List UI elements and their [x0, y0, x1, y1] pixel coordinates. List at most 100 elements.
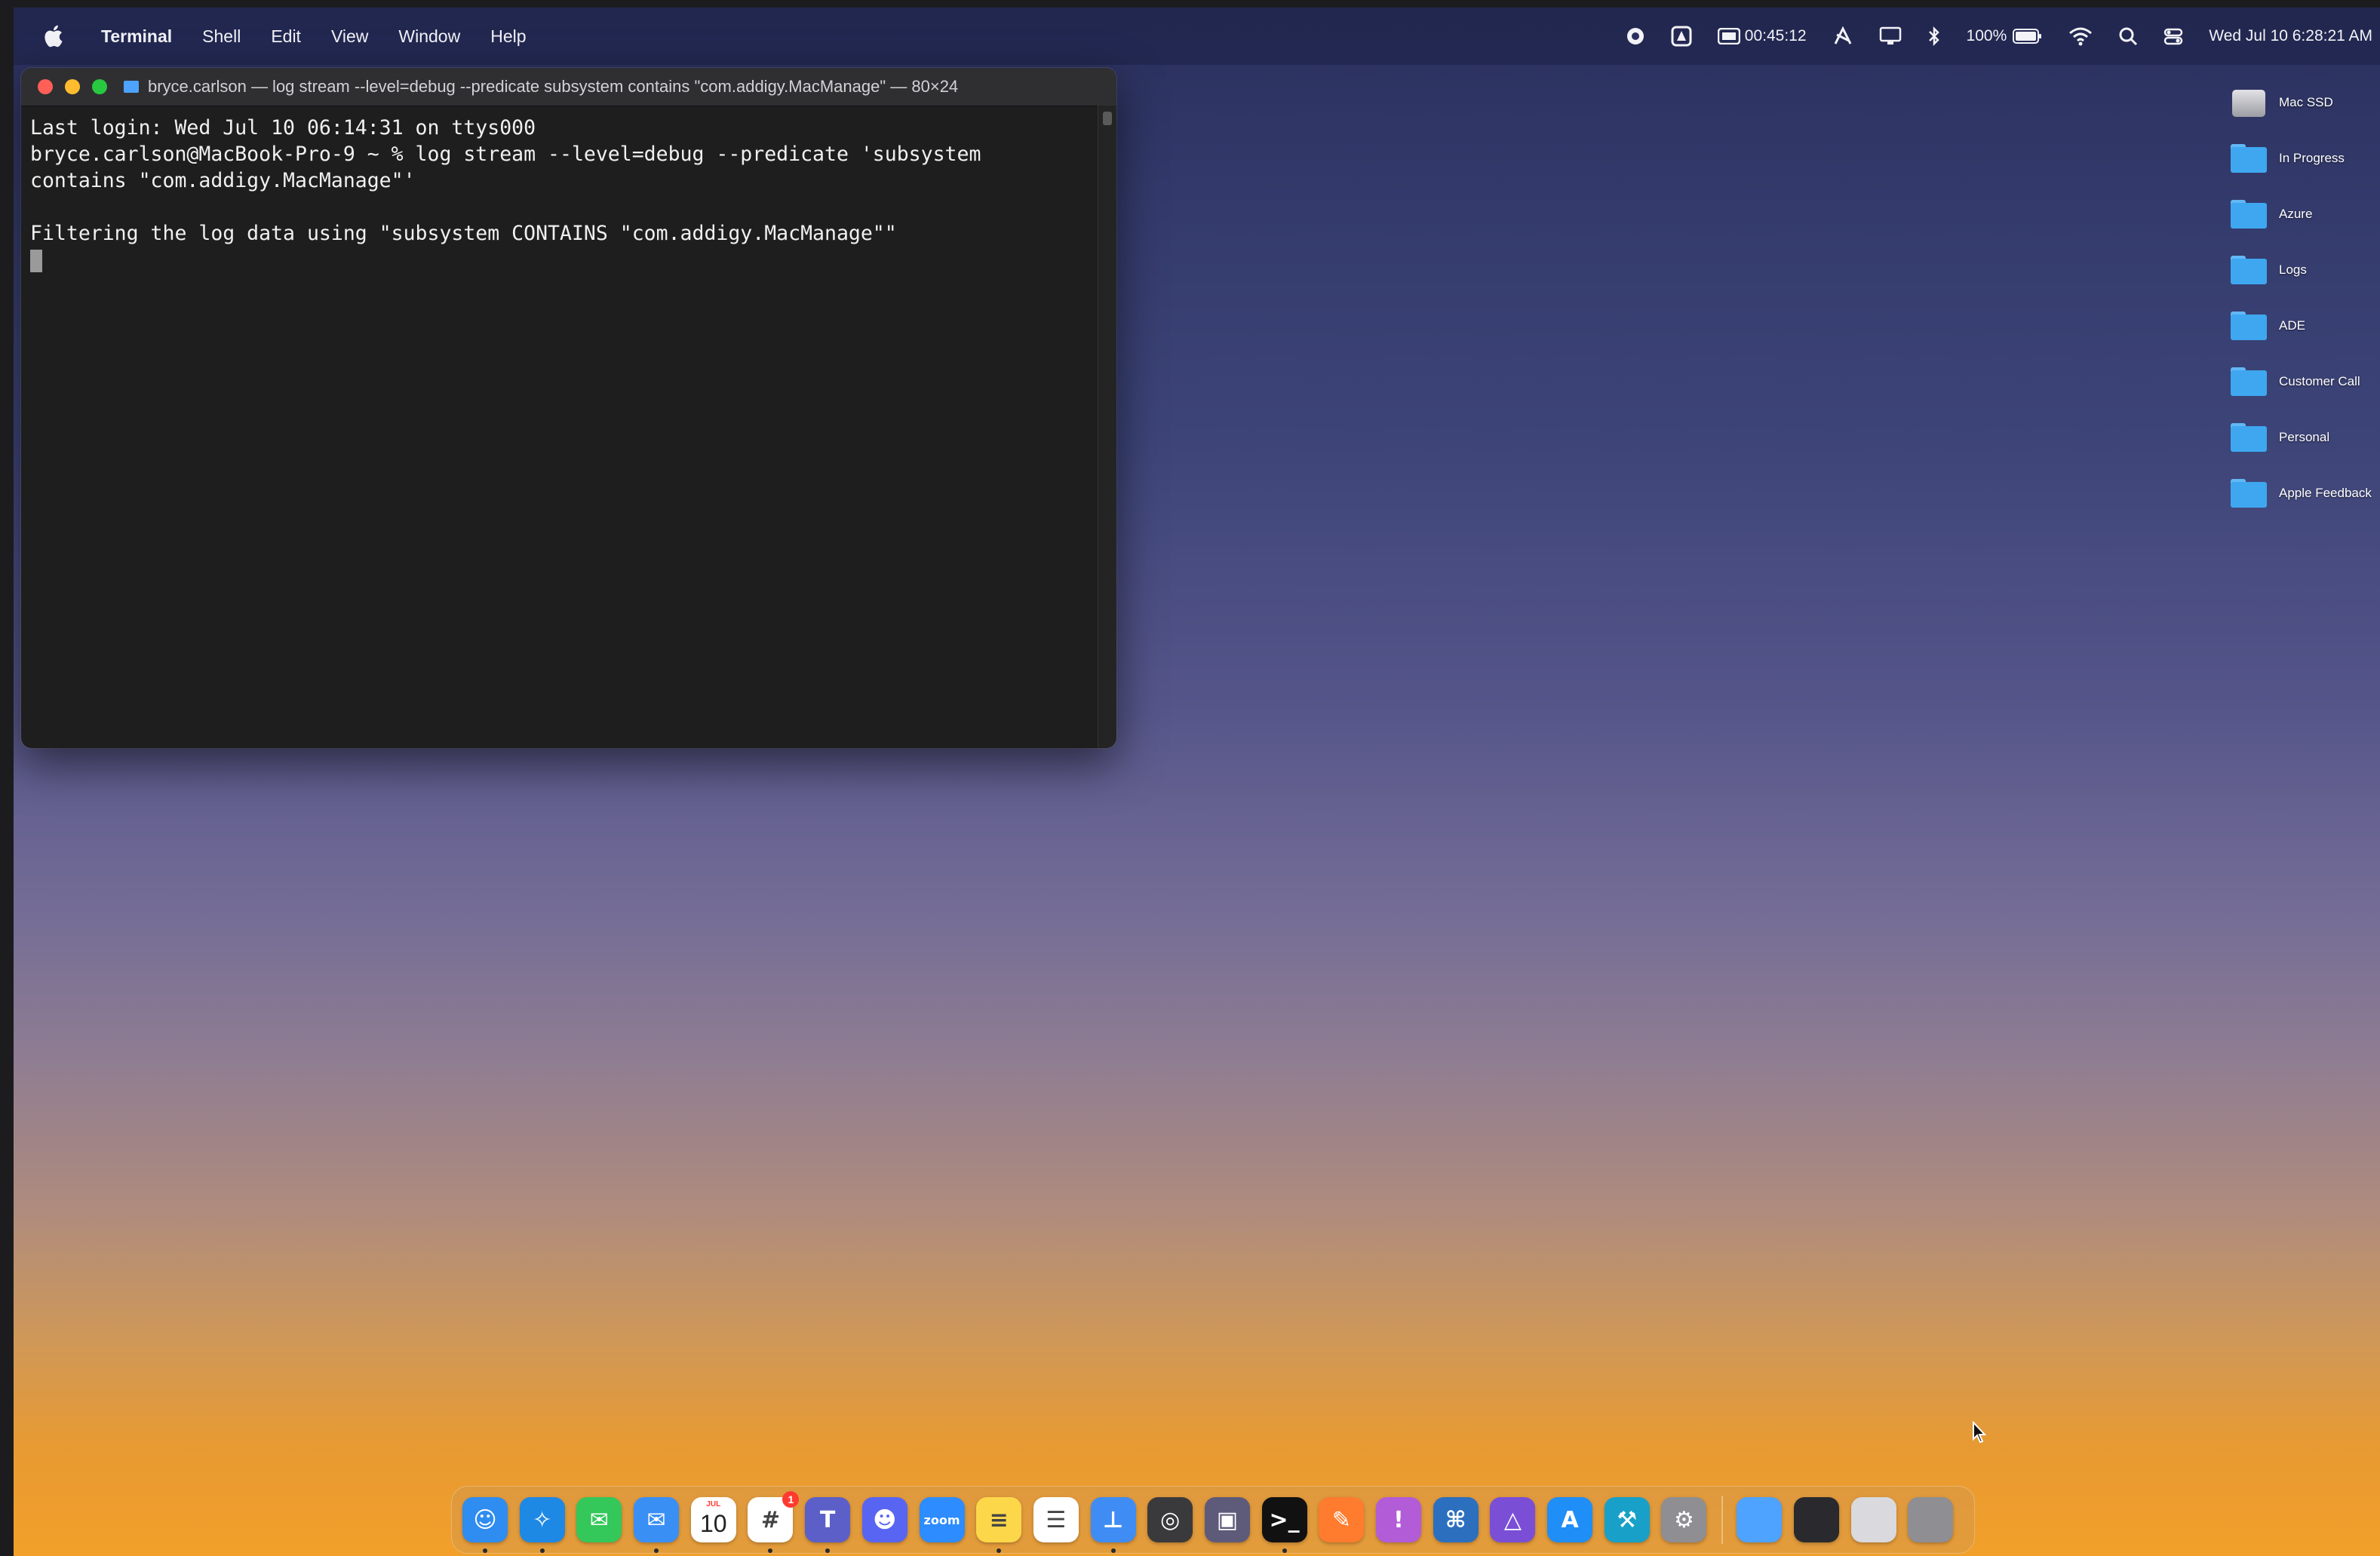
desktop-icon-apple-feedback[interactable]: Apple Feedback — [2229, 474, 2380, 513]
dock-mail-icon[interactable]: ✉ — [634, 1497, 680, 1553]
folder-icon — [124, 81, 139, 93]
desktop-icon-label: Apple Feedback — [2279, 486, 2372, 500]
dock-glyph: ☻ — [873, 1506, 897, 1533]
running-indicator — [1110, 1548, 1116, 1553]
bluetooth-icon[interactable] — [1927, 26, 1941, 47]
terminal-output[interactable]: Last login: Wed Jul 10 06:14:31 on ttys0… — [21, 106, 1098, 748]
dock-discord-icon[interactable]: ☻ — [861, 1497, 907, 1542]
control-center-icon[interactable] — [2163, 26, 2183, 46]
dock-glyph: ≡ — [989, 1506, 1009, 1533]
dock-keynote-icon[interactable]: ⊥ — [1090, 1497, 1136, 1553]
menu-edit[interactable]: Edit — [271, 26, 301, 47]
zoom-window-button[interactable] — [92, 79, 107, 94]
dock-glyph: ✧ — [533, 1506, 552, 1533]
menu-clock[interactable]: Wed Jul 10 6:28:21 AM — [2209, 27, 2372, 45]
desktop-icon-azure[interactable]: Azure — [2229, 195, 2380, 234]
dock-quicktime-icon[interactable]: ◎ — [1147, 1497, 1193, 1542]
calendar-month: JUL — [706, 1500, 721, 1508]
battery-status[interactable]: 100% — [1967, 27, 2044, 45]
mouse-pointer-icon — [1973, 1421, 1987, 1444]
dock-notes-icon[interactable]: ≡ — [976, 1497, 1022, 1553]
dock-feedback-icon[interactable]: ! — [1376, 1497, 1421, 1542]
desktop-icon-personal[interactable]: Personal — [2229, 418, 2380, 457]
dock-terminal-icon[interactable]: >_ — [1261, 1497, 1307, 1553]
dock-app-store-icon[interactable]: A — [1547, 1497, 1593, 1542]
dock-trash-icon[interactable] — [1908, 1497, 1954, 1542]
dock-slack-icon[interactable]: #1 — [748, 1491, 800, 1553]
dock-glyph: ⚒ — [1617, 1506, 1638, 1533]
timer-text: 00:45:12 — [1744, 27, 1807, 45]
desktop-icon-label: In Progress — [2279, 151, 2345, 165]
folder-icon — [2229, 366, 2268, 397]
desktop-icon-label: Personal — [2279, 430, 2330, 444]
menu-shell[interactable]: Shell — [202, 26, 241, 47]
timer-status[interactable]: 00:45:12 — [1717, 27, 1807, 45]
desktop-icon-customer-call[interactable]: Customer Call — [2229, 362, 2380, 401]
dock-glyph: # — [760, 1506, 780, 1533]
battery-percent: 100% — [1966, 27, 2007, 45]
menu-help[interactable]: Help — [490, 26, 526, 47]
menu-view[interactable]: View — [331, 26, 368, 47]
dock-separator — [1721, 1496, 1724, 1544]
dock-glyph: ✎ — [1331, 1506, 1351, 1533]
dock-apple-configurator-icon[interactable]: △ — [1490, 1497, 1536, 1542]
dock-glyph: △ — [1503, 1506, 1522, 1533]
dock-teams-icon[interactable]: T — [805, 1497, 851, 1553]
dock-glyph: >_ — [1269, 1506, 1300, 1533]
dock-messages-icon[interactable]: ✉ — [576, 1497, 622, 1542]
dock-reminders-icon[interactable]: ☰ — [1033, 1497, 1079, 1542]
menu-bar: Terminal Shell Edit View Window Help 00:… — [14, 8, 2380, 65]
dock-screenshot-icon[interactable]: ▣ — [1204, 1497, 1250, 1542]
dock-glyph: ✉ — [589, 1506, 609, 1533]
folder-icon — [2229, 477, 2268, 509]
desktop-icon-in-progress[interactable]: In Progress — [2229, 139, 2380, 178]
terminal-line: Filtering the log data using "subsystem … — [30, 222, 897, 245]
minimize-window-button[interactable] — [65, 79, 80, 94]
dock-finder-icon[interactable]: ☺ — [462, 1497, 508, 1553]
dock-xcode-icon[interactable]: ⚒ — [1604, 1497, 1650, 1542]
wifi-icon[interactable] — [2068, 26, 2093, 46]
dock-glyph: zoom — [923, 1512, 960, 1527]
desktop-icon-ade[interactable]: ADE — [2229, 306, 2380, 345]
running-indicator — [1282, 1548, 1287, 1553]
dock-zoom-icon[interactable]: zoom — [919, 1497, 965, 1542]
terminal-line: Last login: Wed Jul 10 06:14:31 on ttys0… — [30, 116, 536, 140]
dock-screens-stack-icon[interactable] — [1793, 1497, 1839, 1542]
desktop-icon-logs[interactable]: Logs — [2229, 250, 2380, 290]
terminal-cursor — [30, 249, 42, 272]
dock-calendar-icon[interactable]: JUL 10 — [690, 1497, 736, 1542]
terminal-titlebar[interactable]: bryce.carlson — log stream --level=debug… — [21, 68, 1116, 106]
running-indicator — [768, 1548, 773, 1553]
desktop-icon-label: Customer Call — [2279, 374, 2360, 388]
terminal-window[interactable]: bryce.carlson — log stream --level=debug… — [21, 68, 1116, 748]
xcode-menu-icon[interactable] — [1832, 26, 1853, 47]
folder-icon — [2229, 198, 2268, 230]
spotlight-search-icon[interactable] — [2118, 26, 2138, 46]
dock-glyph: ⚙ — [1673, 1506, 1694, 1533]
close-window-button[interactable] — [38, 79, 53, 94]
dock-downloads-stack-icon[interactable] — [1737, 1497, 1783, 1542]
scrollbar-thumb[interactable] — [1103, 112, 1112, 125]
dock-safari-icon[interactable]: ✧ — [519, 1497, 565, 1553]
dock-glyph: ⊥ — [1102, 1506, 1124, 1533]
dock-glyph: A — [1561, 1506, 1579, 1533]
terminal-scrollbar[interactable] — [1098, 106, 1116, 748]
dock-system-settings-icon[interactable]: ⚙ — [1661, 1497, 1707, 1542]
menu-window[interactable]: Window — [398, 26, 460, 47]
dock-glyph: ☰ — [1046, 1506, 1067, 1533]
dock-glyph: ⌘ — [1445, 1506, 1466, 1533]
vpn-icon[interactable] — [1671, 26, 1692, 47]
apple-menu-icon[interactable] — [41, 23, 68, 50]
dock-screen-share-icon[interactable]: ⌘ — [1433, 1497, 1479, 1542]
battery-icon — [2013, 29, 2042, 44]
dock-pencil-icon[interactable]: ✎ — [1319, 1497, 1365, 1542]
record-icon[interactable] — [1626, 26, 1645, 46]
folder-icon — [2229, 422, 2268, 453]
display-icon[interactable] — [1879, 26, 1902, 46]
folder-icon — [2229, 254, 2268, 286]
terminal-title: bryce.carlson — log stream --level=debug… — [148, 77, 959, 96]
desktop-icon-mac-ssd[interactable]: Mac SSD — [2229, 83, 2380, 122]
dock-documents-stack-icon[interactable] — [1850, 1497, 1896, 1542]
menu-app-name[interactable]: Terminal — [101, 26, 172, 47]
dock: ☺ ✧ ✉ ✉ JUL 10 #1 T ☻ zoom ≡ ☰ ⊥ ◎ ▣ >_ ✎! ⌘ △ A ⚒ ⚙ — [451, 1486, 1975, 1554]
